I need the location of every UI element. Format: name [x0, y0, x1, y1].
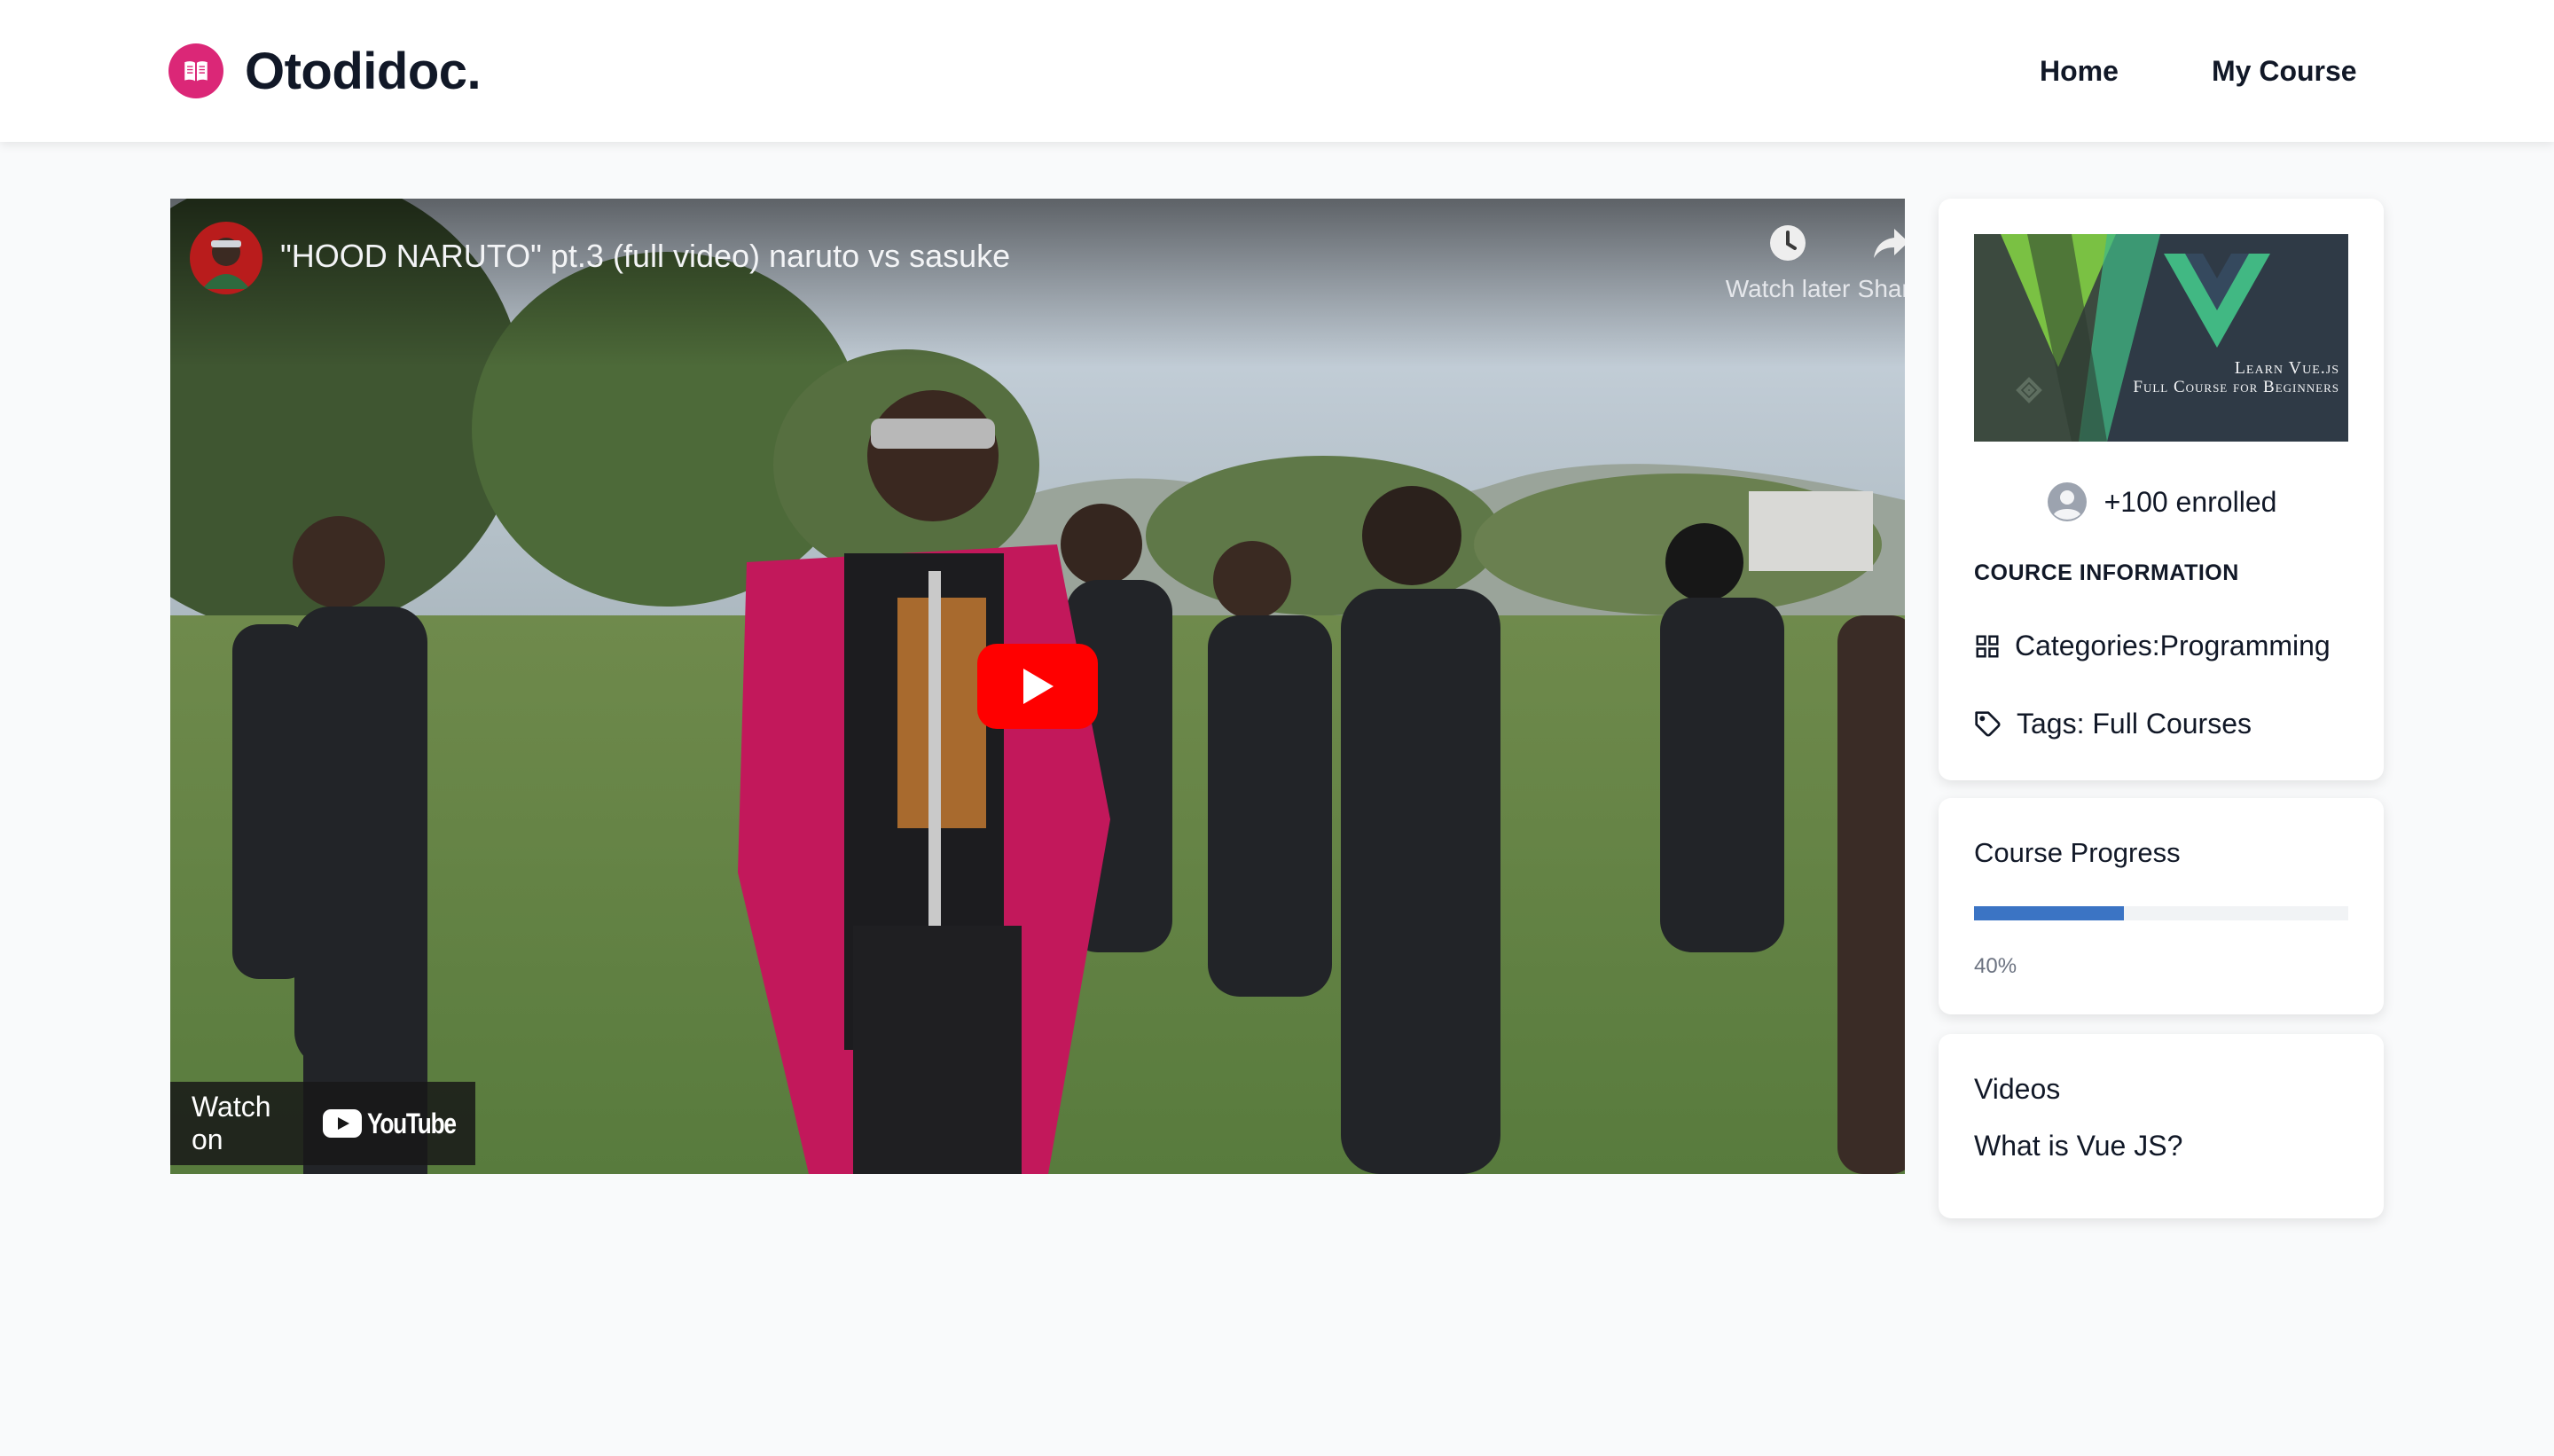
enrolled-count: +100 enrolled: [1939, 479, 2384, 525]
brand-name: Otodidoc.: [245, 42, 482, 100]
progress-percent: 40%: [1974, 954, 2017, 978]
clock-icon: [1770, 225, 1806, 261]
youtube-logo: YouTube: [323, 1108, 475, 1140]
course-category[interactable]: Categories:Programming: [1974, 630, 2331, 662]
vue-course-artwork: [1974, 234, 2348, 442]
youtube-wordmark: YouTube: [367, 1107, 457, 1139]
video-title[interactable]: "HOOD NARUTO" pt.3 (full video) naruto v…: [280, 238, 1010, 275]
course-info-heading: COURCE INFORMATION: [1974, 560, 2239, 585]
watch-on-label: Watch on: [192, 1091, 271, 1155]
thumbnail-caption-1: Learn Vue.js: [2234, 358, 2339, 378]
progress-bar: [1974, 906, 2348, 920]
share-arrow-icon: [1874, 229, 1905, 258]
nav-home-link[interactable]: Home: [2040, 53, 2119, 89]
videos-heading: Videos: [1974, 1073, 2061, 1105]
course-tags[interactable]: Tags: Full Courses: [1974, 708, 2252, 740]
enrolled-label: +100 enrolled: [2104, 485, 2277, 518]
play-button[interactable]: [977, 644, 1098, 729]
tags-label: Tags: Full Courses: [2017, 708, 2252, 740]
share-label: Share: [1857, 275, 1905, 302]
top-navbar: Otodidoc. Home My Course: [0, 0, 2554, 142]
progress-title: Course Progress: [1974, 837, 2181, 868]
course-progress-card: Course Progress 40%: [1939, 798, 2384, 1014]
video-player[interactable]: "HOOD NARUTO" pt.3 (full video) naruto v…: [170, 199, 1905, 1174]
thumbnail-caption-2: Full Course for Beginners: [2133, 378, 2339, 396]
youtube-top-bar: [170, 199, 1905, 367]
tag-icon: [1974, 710, 2002, 739]
nav-my-course-link[interactable]: My Course: [2212, 53, 2357, 89]
watch-later-label: Watch later: [1725, 275, 1851, 302]
progress-bar-fill: [1974, 906, 2124, 920]
share-button[interactable]: Share: [1837, 220, 1905, 317]
play-icon: [1023, 669, 1054, 704]
grid-icon: [1974, 633, 2001, 660]
book-open-icon: [168, 43, 223, 98]
video-list-item[interactable]: What is Vue JS?: [1974, 1130, 2182, 1162]
watch-on-youtube-button[interactable]: Watch on YouTube: [170, 1082, 475, 1165]
channel-avatar[interactable]: [190, 222, 262, 294]
user-circle-icon: [2046, 481, 2088, 523]
course-thumbnail[interactable]: Learn Vue.js Full Course for Beginners: [1974, 234, 2348, 442]
youtube-play-icon: [323, 1109, 363, 1138]
course-info-card: Learn Vue.js Full Course for Beginners +…: [1939, 199, 2384, 780]
videos-card: Videos What is Vue JS?: [1939, 1034, 2384, 1218]
category-label: Categories:Programming: [2015, 630, 2331, 661]
brand[interactable]: Otodidoc.: [168, 42, 482, 100]
